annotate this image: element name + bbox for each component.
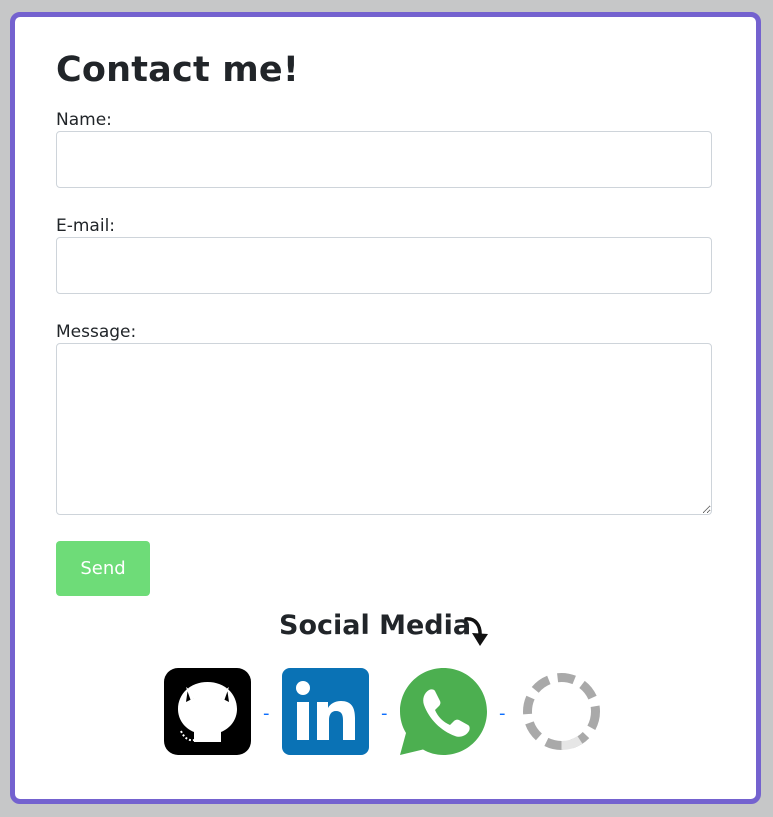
name-field[interactable] — [56, 131, 712, 188]
email-label: E-mail: — [56, 216, 116, 236]
message-label: Message: — [56, 322, 137, 342]
linkedin-icon[interactable] — [282, 668, 369, 755]
social-separator: - — [381, 703, 388, 724]
page-title: Contact me! — [56, 50, 300, 90]
whatsapp-icon[interactable] — [400, 668, 487, 755]
social-media-heading: Social Media — [279, 610, 472, 641]
message-field[interactable] — [56, 343, 712, 515]
loading-spinner-icon — [523, 673, 600, 750]
social-separator: - — [263, 703, 270, 724]
email-field[interactable] — [56, 237, 712, 294]
contact-card: Contact me! Name: E-mail: Message: Send … — [10, 12, 761, 804]
github-icon[interactable] — [164, 668, 251, 755]
send-button[interactable]: Send — [56, 541, 150, 596]
social-separator: - — [499, 703, 506, 724]
name-label: Name: — [56, 110, 112, 130]
curved-arrow-down-icon — [464, 617, 488, 646]
